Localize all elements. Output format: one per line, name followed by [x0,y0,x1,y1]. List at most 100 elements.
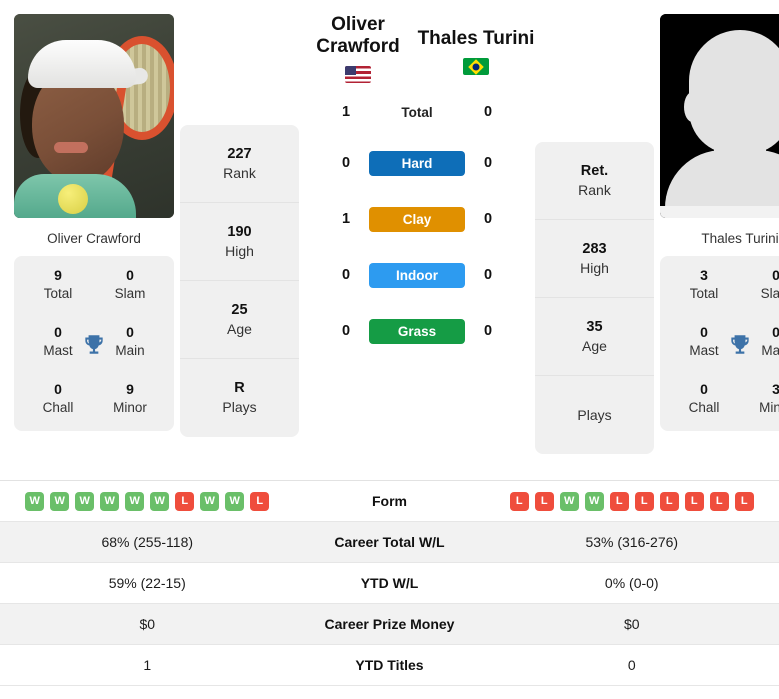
surface-row-hard: 0 Hard 0 [299,135,535,191]
left-rank-card-column: 227 Rank 190 High 25 Age R Plays [174,14,299,437]
surface-label-grass[interactable]: Grass [369,318,465,344]
surface-breakdown: 1 Total 0 0 Hard 0 1 Clay 0 0 Indoor 0 0… [299,89,535,359]
table-row-form: WWWWWWLWWL Form LLWWLLLLLL [0,481,779,522]
right-rank-value: Ret. [580,162,609,179]
right-titles-chall: 0 Chall [668,380,740,417]
left-high-row: 190 High [180,203,299,281]
right-age-row: 35 Age [535,298,654,376]
form-badge[interactable]: W [559,491,579,511]
br-flag-icon [463,58,489,76]
form-badge[interactable]: L [175,491,195,511]
form-badge[interactable]: W [200,491,220,511]
right-plays-row: Plays [535,376,654,454]
row-label-career-wl: Career Total W/L [334,534,445,550]
left-titles-total-value: 9 [54,267,62,283]
form-badge[interactable]: L [684,491,704,511]
left-rank-label: Rank [223,164,256,181]
form-badge[interactable]: L [634,491,654,511]
left-age-row: 25 Age [180,281,299,359]
left-titles-slam-value: 0 [126,267,134,283]
left-player-name-block: Oliver Crawford [299,14,417,84]
left-indoor-wins: 0 [341,267,351,284]
form-badge[interactable]: W [25,491,45,511]
surface-label-clay[interactable]: Clay [369,206,465,232]
table-row-ytd-wl: 59% (22-15) YTD W/L 0% (0-0) [0,563,779,604]
right-player-full-name: Thales Turini [417,28,535,50]
right-ytd-wl: 0% (0-0) [604,575,659,591]
row-label-form: Form [372,493,407,509]
form-badge[interactable]: L [709,491,729,511]
right-grass-wins: 0 [483,323,493,340]
right-plays-label: Plays [577,406,612,423]
right-total-wins: 0 [483,104,493,121]
right-player-name-text: Thales Turini [417,28,535,49]
right-hard-wins: 0 [483,155,493,172]
left-total-wins: 1 [341,104,351,121]
left-titles-minor: 9 Minor [94,380,166,417]
us-flag-icon [345,66,371,84]
right-high-row: 283 High [535,220,654,298]
trophy-icon [731,334,749,354]
left-plays-row: R Plays [180,359,299,437]
right-career-wl: 53% (316-276) [585,534,679,550]
left-career-prize: $0 [139,616,156,632]
left-titles-chall-value: 0 [54,381,62,398]
form-badge[interactable]: L [250,491,270,511]
form-badge[interactable]: L [609,491,629,511]
surface-row-indoor: 0 Indoor 0 [299,247,535,303]
table-row-career-wl: 68% (255-118) Career Total W/L 53% (316-… [0,522,779,563]
left-form-cell: WWWWWWLWWL [0,491,295,511]
surface-row-total: 1 Total 0 [299,89,535,135]
right-form-badges: LLWWLLLLLL [509,491,754,511]
form-badge[interactable]: W [100,491,120,511]
right-player-photo[interactable] [660,14,779,218]
surface-label-indoor[interactable]: Indoor [369,262,465,288]
form-badge[interactable]: L [734,491,754,511]
left-rank-value: 227 [227,145,252,162]
left-age-label: Age [227,320,252,337]
form-badge[interactable]: W [150,491,170,511]
comparison-top-section: Oliver Crawford 9 Total 0 Slam 0 Mast 0 … [0,0,779,480]
left-titles-minor-value: 9 [126,381,134,398]
form-badge[interactable]: W [75,491,95,511]
right-titles-total: 3 Total [668,266,740,303]
left-rank-row: 227 Rank [180,125,299,203]
left-player-photo[interactable] [14,14,174,218]
row-label-career-prize: Career Prize Money [324,616,455,632]
form-badge[interactable]: W [584,491,604,511]
row-label-ytd-wl: YTD W/L [360,575,419,591]
right-player-name-block: Thales Turini [417,14,535,76]
surface-label-hard[interactable]: Hard [369,150,465,176]
form-badge[interactable]: W [50,491,70,511]
surface-row-grass: 0 Grass 0 [299,303,535,359]
left-player-photo-caption: Oliver Crawford [47,231,141,246]
form-badge[interactable]: L [659,491,679,511]
surface-label-total: Total [401,104,433,120]
right-rank-card: Ret. Rank 283 High 35 Age Plays [535,142,654,454]
right-career-prize: $0 [623,616,640,632]
left-titles-total-label: Total [43,285,73,301]
form-badge[interactable]: L [534,491,554,511]
table-row-ytd-titles: 1 YTD Titles 0 [0,645,779,686]
left-form-badges: WWWWWWLWWL [25,491,270,511]
right-titles-total-value: 3 [700,267,708,283]
left-titles-slam-label: Slam [114,285,146,301]
form-badge[interactable]: W [125,491,145,511]
player-names-header: Oliver Crawford Thales Turini [299,14,535,84]
left-clay-wins: 1 [341,211,351,228]
left-plays-label: Plays [222,399,257,416]
left-high-value: 190 [227,223,252,240]
right-indoor-wins: 0 [483,267,493,284]
stats-comparison-table: WWWWWWLWWL Form LLWWLLLLLL 68% (255-118)… [0,480,779,686]
left-hard-wins: 0 [341,155,351,172]
right-titles-chall-value: 0 [700,381,708,398]
right-titles-slam-label: Slam [760,285,779,301]
right-age-value: 35 [586,318,603,335]
form-badge[interactable]: L [509,491,529,511]
right-rank-card-column: Ret. Rank 283 High 35 Age Plays [535,14,660,454]
center-column: Oliver Crawford Thales Turini 1 Total 0 … [299,14,535,359]
right-high-value: 283 [582,240,607,257]
form-badge[interactable]: W [225,491,245,511]
left-titles-chall: 0 Chall [22,380,94,417]
left-titles-total: 9 Total [22,266,94,303]
